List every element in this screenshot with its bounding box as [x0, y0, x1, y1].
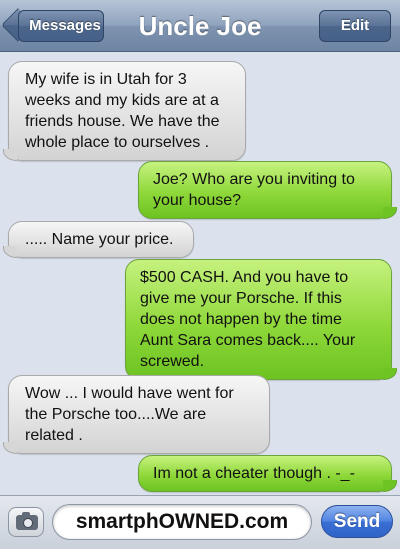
send-button[interactable]: Send: [321, 505, 393, 538]
nav-bar: Messages Uncle Joe Edit: [0, 0, 400, 52]
edit-button[interactable]: Edit: [319, 10, 391, 42]
outgoing-message[interactable]: Im not a cheater though . -_-: [138, 455, 397, 492]
compose-bar: smartphOWNED.com Send: [0, 495, 400, 549]
outgoing-message[interactable]: Joe? Who are you inviting to your house?: [138, 161, 397, 219]
outgoing-message[interactable]: $500 CASH. And you have to give me your …: [125, 259, 397, 380]
message-input[interactable]: smartphOWNED.com: [52, 504, 312, 540]
message-text: Wow ... I would have went for the Porsch…: [25, 385, 234, 444]
incoming-message[interactable]: Wow ... I would have went for the Porsch…: [3, 375, 270, 454]
message-text: My wife is in Utah for 3 weeks and my ki…: [25, 71, 220, 151]
message-thread[interactable]: My wife is in Utah for 3 weeks and my ki…: [0, 53, 400, 495]
incoming-message[interactable]: My wife is in Utah for 3 weeks and my ki…: [3, 61, 246, 161]
message-text: $500 CASH. And you have to give me your …: [140, 269, 356, 370]
camera-icon: [16, 512, 38, 530]
message-text: Joe? Who are you inviting to your house?: [153, 171, 355, 209]
incoming-message[interactable]: ..... Name your price.: [3, 221, 194, 258]
message-text: ..... Name your price.: [25, 231, 174, 248]
camera-button[interactable]: [8, 507, 44, 537]
message-text: Im not a cheater though . -_-: [153, 465, 355, 482]
